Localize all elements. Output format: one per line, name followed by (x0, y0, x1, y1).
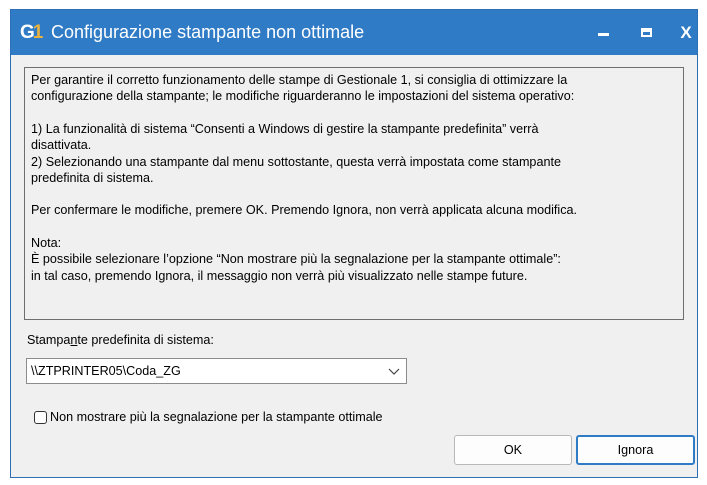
note-body: È possibile selezionare l’opzione “Non m… (31, 252, 561, 283)
default-printer-label: Stampante predefinita di sistema: (27, 333, 214, 347)
minimize-button[interactable] (581, 10, 625, 55)
maximize-button[interactable] (624, 10, 668, 55)
selected-printer-value: \\ZTPRINTER05\Coda_ZG (31, 364, 181, 378)
close-button[interactable]: X (664, 10, 707, 55)
message-point-2: 2) Selezionando una stampante dal menu s… (31, 154, 561, 186)
minimize-icon (597, 33, 609, 36)
message-intro: Per garantire il corretto funzionamento … (31, 73, 575, 104)
close-icon: X (680, 23, 692, 42)
ok-button[interactable]: OK (454, 435, 572, 465)
app-logo-icon: G1 (20, 22, 43, 44)
dialog-window: G1 Configurazione stampante non ottimale… (10, 9, 698, 478)
dont-show-again-checkbox[interactable] (34, 410, 47, 424)
message-confirm: Per confermare le modifiche, premere OK.… (31, 203, 578, 218)
label-part: Stampa (27, 333, 71, 347)
maximize-icon (640, 28, 652, 37)
default-printer-select[interactable]: \\ZTPRINTER05\Coda_ZG (26, 358, 407, 384)
app-logo-letter: G (20, 22, 35, 43)
dont-show-again-option[interactable]: Non mostrare più la segnalazione per la … (34, 408, 383, 426)
chevron-down-icon[interactable] (388, 365, 400, 377)
ignore-button[interactable]: Ignora (576, 435, 695, 465)
label-part: te predefinita di sistema: (77, 333, 214, 347)
dont-show-again-label[interactable]: Non mostrare più la segnalazione per la … (50, 410, 383, 424)
window-title: Configurazione stampante non ottimale (51, 22, 365, 42)
note-title: Nota: (31, 235, 62, 250)
message-point-1: 1) La funzionalità di sistema “Consenti … (31, 121, 539, 153)
title-bar[interactable]: G1 Configurazione stampante non ottimale… (11, 10, 697, 55)
app-logo-number: 1 (32, 22, 43, 43)
message-textbox[interactable]: Per garantire il corretto funzionamento … (24, 67, 684, 320)
